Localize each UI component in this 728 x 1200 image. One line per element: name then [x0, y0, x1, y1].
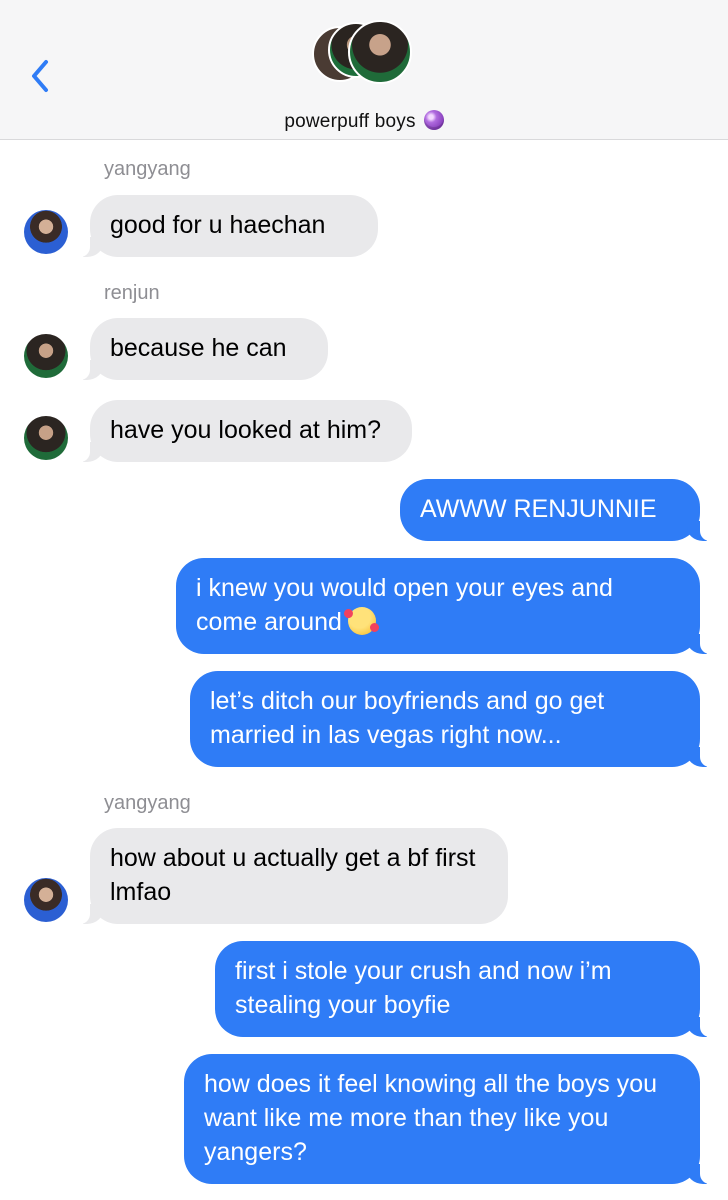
sender-label: yangyang [104, 158, 191, 180]
message-text: i knew you would open your eyes and come… [196, 574, 613, 636]
message-text: AWWW RENJUNNIE [420, 495, 657, 523]
message-bubble-incoming[interactable]: because he can [80, 318, 328, 380]
smiling-face-with-hearts-emoji [347, 607, 379, 635]
avatar-renjun[interactable] [24, 334, 68, 378]
conversation-header: powerpuff boys [0, 0, 728, 140]
message-text: first i stole your crush and now i’m ste… [235, 957, 612, 1019]
conversation-title[interactable]: powerpuff boys [0, 110, 728, 133]
chevron-left-icon [32, 60, 48, 92]
back-button[interactable] [26, 56, 54, 96]
avatar-yangyang[interactable] [24, 878, 68, 922]
avatar-yangyang[interactable] [24, 210, 68, 254]
message-text: how does it feel knowing all the boys yo… [204, 1070, 658, 1166]
message-bubble-outgoing[interactable]: first i stole your crush and now i’m ste… [215, 941, 710, 1037]
message-bubble-incoming[interactable]: how about u actually get a bf first lmfa… [80, 828, 508, 924]
message-bubble-outgoing[interactable]: i knew you would open your eyes and come… [176, 558, 710, 654]
message-bubble-outgoing[interactable]: let’s ditch our boyfriends and go get ma… [190, 671, 710, 767]
sender-label: yangyang [104, 792, 191, 814]
message-text: have you looked at him? [110, 416, 382, 444]
group-member-avatar [348, 20, 412, 84]
message-bubble-outgoing[interactable]: how does it feel knowing all the boys yo… [184, 1054, 710, 1184]
message-text: let’s ditch our boyfriends and go get ma… [210, 687, 605, 749]
group-avatar-stack[interactable] [304, 20, 424, 92]
conversation-title-text: powerpuff boys [284, 111, 416, 132]
message-text: good for u haechan [110, 211, 326, 239]
message-bubble-outgoing[interactable]: AWWW RENJUNNIE [400, 479, 710, 541]
message-text: because he can [110, 334, 287, 362]
message-thread: yangyang good for u haechan renjun becau… [0, 140, 728, 1200]
avatar-renjun[interactable] [24, 416, 68, 460]
message-text: how about u actually get a bf first lmfa… [110, 844, 476, 906]
sender-label: renjun [104, 282, 160, 304]
message-bubble-incoming[interactable]: have you looked at him? [80, 400, 412, 462]
crystal-ball-icon [423, 110, 444, 130]
message-bubble-incoming[interactable]: good for u haechan [80, 195, 378, 257]
